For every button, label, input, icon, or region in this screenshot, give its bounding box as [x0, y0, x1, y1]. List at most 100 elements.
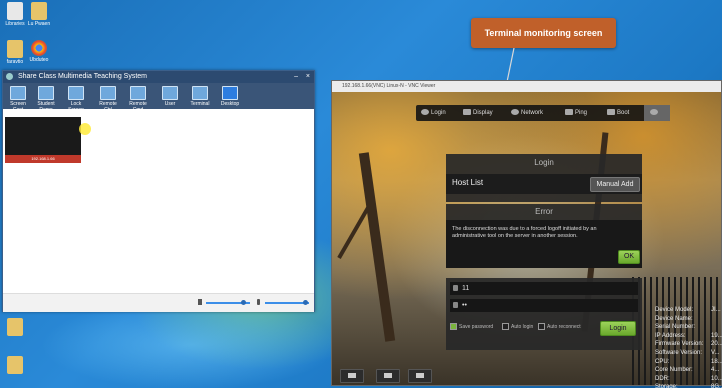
tree-trunk: [358, 152, 396, 342]
vnc-login-button[interactable]: Login: [418, 105, 449, 121]
message-button[interactable]: [408, 369, 432, 383]
terminal-monitoring-callout: Terminal monitoring screen: [471, 18, 616, 48]
lock-button[interactable]: [340, 369, 364, 383]
vnc-ping-button[interactable]: Ping: [562, 105, 590, 121]
checkbox-icon: [538, 323, 545, 331]
vnc-power-button[interactable]: [644, 105, 670, 121]
folder-icon: [31, 2, 47, 20]
callout-pointer: [506, 48, 515, 83]
desktop-icon-libraries[interactable]: Libraries: [2, 2, 28, 27]
vnc-viewer-window: 192.168.1.66(VNC) Linux-N - VNC Viewer L…: [331, 80, 722, 390]
host-list-row: Host List Manual Add: [446, 174, 642, 194]
desktop-icon-chrome[interactable]: Ubduteo: [26, 40, 52, 63]
desktop-icon-folder-2[interactable]: faravtio: [2, 40, 28, 65]
mouse-highlight: [79, 123, 91, 135]
window-titlebar[interactable]: Share Class Multimedia Teaching System –…: [3, 71, 314, 83]
globe-icon: [511, 109, 519, 116]
toolbar-screen-cast-button[interactable]: Screen Cast: [5, 84, 31, 113]
device-info-row: Software Version: V...: [655, 349, 720, 356]
lock-icon: [348, 373, 356, 378]
volume-status-bar: [3, 293, 314, 312]
usb-icon: [384, 373, 392, 378]
toolbar-remote-cmd-button[interactable]: Remote Cmd: [125, 84, 151, 113]
file-icon: [7, 356, 23, 374]
toolbar-desktop-button[interactable]: Desktop: [217, 84, 243, 108]
device-info-panel: Device Model: JI... Device Name: Serial N…: [655, 306, 722, 392]
app-logo-icon: [6, 72, 13, 80]
vnc-display-button[interactable]: Display: [460, 105, 496, 121]
vnc-toolbar: Login Display Network Ping Boot: [416, 105, 670, 121]
chat-icon: [416, 373, 424, 378]
student-thumbnail[interactable]: 192.168.1.66: [5, 117, 81, 163]
toolbar-lock-screen-button[interactable]: Lock Screen: [63, 84, 89, 113]
vnc-window-title: 192.168.1.66(VNC) Linux-N - VNC Viewer: [342, 83, 436, 89]
folder-icon: [7, 40, 23, 58]
desktop-icon-shortcut-2[interactable]: [2, 356, 28, 375]
error-dialog-title: Error: [535, 207, 553, 216]
device-info-row: DDR: 10...: [655, 375, 722, 382]
auto-login-checkbox[interactable]: Auto login: [502, 322, 533, 332]
checkbox-checked-icon: [450, 323, 457, 331]
monitor-icon: [463, 109, 471, 116]
vnc-network-button[interactable]: Network: [508, 105, 546, 121]
wrench-icon: [607, 109, 615, 116]
login-button[interactable]: Login: [600, 321, 636, 336]
windows-logo-icon: [222, 86, 238, 100]
tools-icon: [565, 109, 573, 116]
password-field[interactable]: ••: [450, 299, 638, 312]
host-list-label: Host List: [452, 178, 484, 187]
credentials-panel: 11 •• Save password Auto login Auto reco…: [446, 278, 642, 350]
minimize-icon[interactable]: –: [294, 71, 298, 83]
toolbar-student-demo-button[interactable]: Student Demo: [33, 84, 59, 113]
desktop-icon-shortcut-1[interactable]: [2, 318, 28, 337]
device-info-row: Core Number: 4...: [655, 367, 720, 374]
username-field[interactable]: 11: [450, 282, 638, 295]
lock-screen-icon: [68, 86, 84, 100]
mic-slider[interactable]: [265, 300, 309, 305]
wallpaper-glow-lower: [40, 300, 340, 390]
device-info-row: Device Model: JI...: [655, 307, 721, 313]
window-title: Share Class Multimedia Teaching System: [17, 73, 147, 80]
error-message: The disconnection was due to a forced lo…: [452, 226, 597, 239]
vnc-boot-button[interactable]: Boot: [604, 105, 632, 121]
toolbar-terminal-button[interactable]: Terminal: [187, 84, 213, 108]
teaching-toolbar: Screen Cast Student Demo Lock Screen Rem…: [3, 83, 314, 113]
teaching-system-window: Share Class Multimedia Teaching System –…: [2, 70, 315, 312]
save-password-checkbox[interactable]: Save password: [450, 322, 493, 332]
cloud-icon: [421, 109, 429, 116]
toolbar-remote-ctrl-button[interactable]: Remote Ctrl: [95, 84, 121, 113]
ok-button[interactable]: OK: [618, 250, 640, 264]
volume-slider[interactable]: [206, 300, 250, 305]
device-info-row: CPU: 18...: [655, 358, 722, 365]
chrome-icon: [31, 40, 47, 56]
user-icon: [162, 86, 178, 100]
volume-slider-knob[interactable]: [241, 300, 247, 305]
vnc-titlebar[interactable]: 192.168.1.66(VNC) Linux-N - VNC Viewer: [332, 81, 721, 92]
student-thumbnails-area: 192.168.1.66: [3, 109, 314, 293]
device-info-row: IP Address: 19...: [655, 332, 722, 339]
manual-add-button[interactable]: Manual Add: [590, 177, 640, 192]
student-demo-icon: [38, 86, 54, 100]
close-icon[interactable]: ×: [306, 71, 310, 83]
lock-icon: [453, 302, 458, 309]
usb-button[interactable]: [376, 369, 400, 383]
error-body: The disconnection was due to a forced lo…: [446, 220, 642, 268]
screen-cast-icon: [10, 86, 26, 100]
mic-slider-knob[interactable]: [302, 300, 308, 305]
remote-desktop-view[interactable]: Login Display Network Ping Boot Login Ho…: [332, 92, 722, 390]
auto-reconnect-checkbox[interactable]: Auto reconnect: [538, 322, 581, 332]
tree-branch: [337, 205, 371, 259]
toolbar-user-button[interactable]: User: [157, 84, 183, 108]
error-dialog: Error The disconnection was due to a for…: [446, 204, 642, 268]
speaker-icon: [198, 299, 202, 305]
desktop-icon-folder[interactable]: Lu Pwaen: [26, 2, 52, 27]
terminal-icon: [192, 86, 208, 100]
device-info-row: Device Name:: [655, 315, 693, 322]
file-icon: [7, 318, 23, 336]
checkbox-icon: [502, 323, 509, 331]
power-icon: [650, 109, 658, 116]
microphone-icon: [257, 299, 260, 305]
login-dialog: Login Host List Manual Add: [446, 154, 642, 202]
login-options-row: Save password Auto login Auto reconnect …: [450, 321, 638, 336]
libraries-icon: [7, 2, 23, 20]
